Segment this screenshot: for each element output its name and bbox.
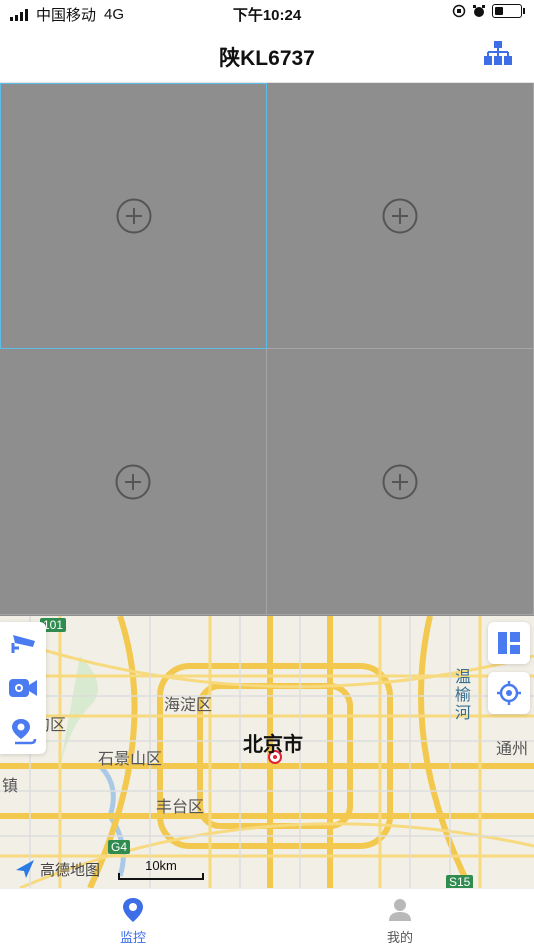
map-scale-bar (118, 873, 204, 880)
map-label-s15: S15 (446, 875, 474, 888)
map-label-beijing: 北京市 (243, 734, 303, 756)
map-logo: 高德地图 (14, 858, 100, 880)
map-side-toolbar (0, 622, 46, 754)
map-label-wenyu: 温榆河 (452, 668, 469, 722)
track-button[interactable] (0, 710, 46, 754)
map-logo-text: 高德地图 (40, 861, 101, 879)
route-pin-icon (12, 719, 37, 745)
map-label-zhen: 镇 (2, 778, 19, 795)
camera-button[interactable] (0, 622, 46, 666)
video-cell-4[interactable] (267, 349, 534, 615)
location-pin-icon (123, 898, 143, 922)
map-label-fengtai: 丰台区 (156, 799, 205, 816)
locate-button[interactable] (488, 672, 530, 714)
map-label-haidian: 海淀区 (164, 697, 213, 714)
status-bar: 中国移动 4G 下午10:24 (0, 0, 534, 28)
add-channel-icon[interactable] (382, 198, 418, 234)
map-label-g4: G4 (108, 840, 131, 854)
crosshair-icon (497, 681, 521, 705)
alarm-icon (473, 5, 485, 17)
video-cell-3[interactable] (0, 349, 267, 615)
map-scale-label: 10km (145, 858, 177, 873)
map-label-shijingshan: 石景山区 (98, 751, 163, 768)
tab-monitor-label: 监控 (119, 930, 146, 945)
tab-mine[interactable]: 我的 (340, 897, 460, 946)
map-layers-button[interactable] (488, 622, 530, 664)
layout-icon (498, 632, 520, 654)
org-tree-button[interactable] (484, 41, 512, 67)
security-camera-icon (11, 635, 35, 653)
page-title: 陕KL6737 (219, 47, 315, 70)
tab-mine-label: 我的 (386, 930, 413, 945)
add-channel-icon[interactable] (116, 198, 152, 234)
map-label-tongzhou: 通州 (496, 741, 529, 758)
nav-bar: 陕KL6737 (0, 28, 534, 83)
org-tree-icon (484, 41, 512, 65)
map-view[interactable]: 北京市 海淀区 石景山区 丰台区 通州 温榆河 沟区 镇 G4 S15 101 … (0, 616, 534, 888)
add-channel-icon[interactable] (382, 464, 418, 500)
battery-icon (492, 4, 525, 18)
tab-monitor[interactable]: 监控 (73, 897, 193, 946)
status-right (452, 4, 525, 18)
video-cell-2[interactable] (267, 83, 534, 349)
video-grid (0, 83, 534, 616)
tab-bar: 监控 我的 (0, 888, 534, 951)
video-camera-icon (9, 679, 37, 697)
orientation-lock-icon (452, 4, 466, 18)
video-cell-1[interactable] (0, 83, 267, 349)
user-icon (389, 899, 411, 921)
map-scale: 10km (118, 858, 204, 880)
video-record-button[interactable] (0, 666, 46, 710)
amap-logo-icon (16, 860, 34, 878)
add-channel-icon[interactable] (115, 464, 151, 500)
